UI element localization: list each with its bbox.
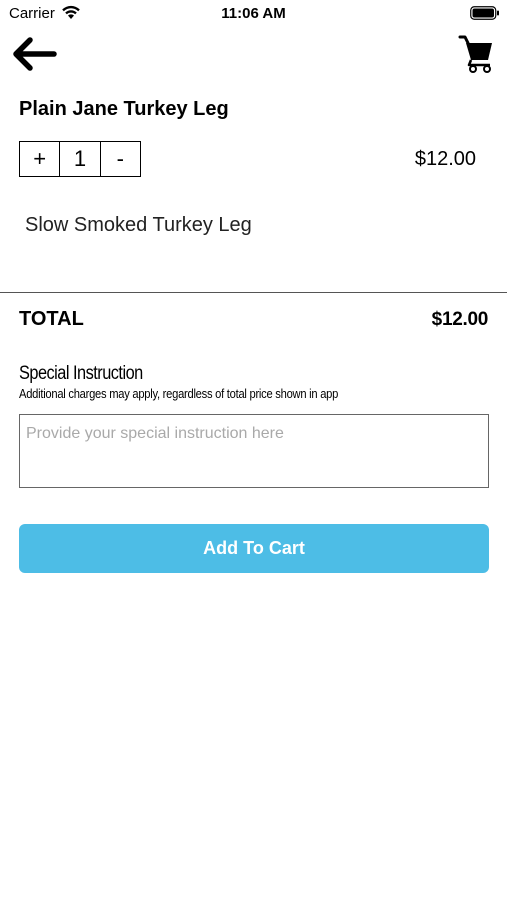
special-instruction-title: Special Instruction: [19, 363, 143, 384]
status-time: 11:06 AM: [221, 5, 286, 22]
special-instruction-note: Additional charges may apply, regardless…: [19, 386, 339, 401]
quantity-stepper: + 1 -: [19, 141, 141, 177]
total-value: $12.00: [431, 309, 489, 330]
decrement-button[interactable]: -: [99, 142, 140, 176]
item-price: $12.00: [414, 148, 476, 170]
increment-button[interactable]: +: [20, 142, 59, 176]
divider: [0, 292, 507, 293]
arrow-left-icon: [13, 37, 57, 71]
product-title: Plain Jane Turkey Leg: [19, 98, 229, 120]
status-bar: Carrier 11:06 AM: [0, 0, 507, 28]
quantity-value: 1: [59, 142, 99, 176]
add-to-cart-button[interactable]: Add To Cart: [19, 524, 489, 573]
battery-icon: [470, 6, 499, 20]
shopping-cart-icon: [458, 35, 492, 73]
back-button[interactable]: [10, 34, 58, 74]
total-label: TOTAL: [19, 308, 84, 330]
special-instruction-input[interactable]: [19, 414, 489, 488]
cart-button[interactable]: [456, 32, 496, 74]
nav-bar: [0, 28, 507, 80]
product-description: Slow Smoked Turkey Leg: [25, 214, 252, 236]
